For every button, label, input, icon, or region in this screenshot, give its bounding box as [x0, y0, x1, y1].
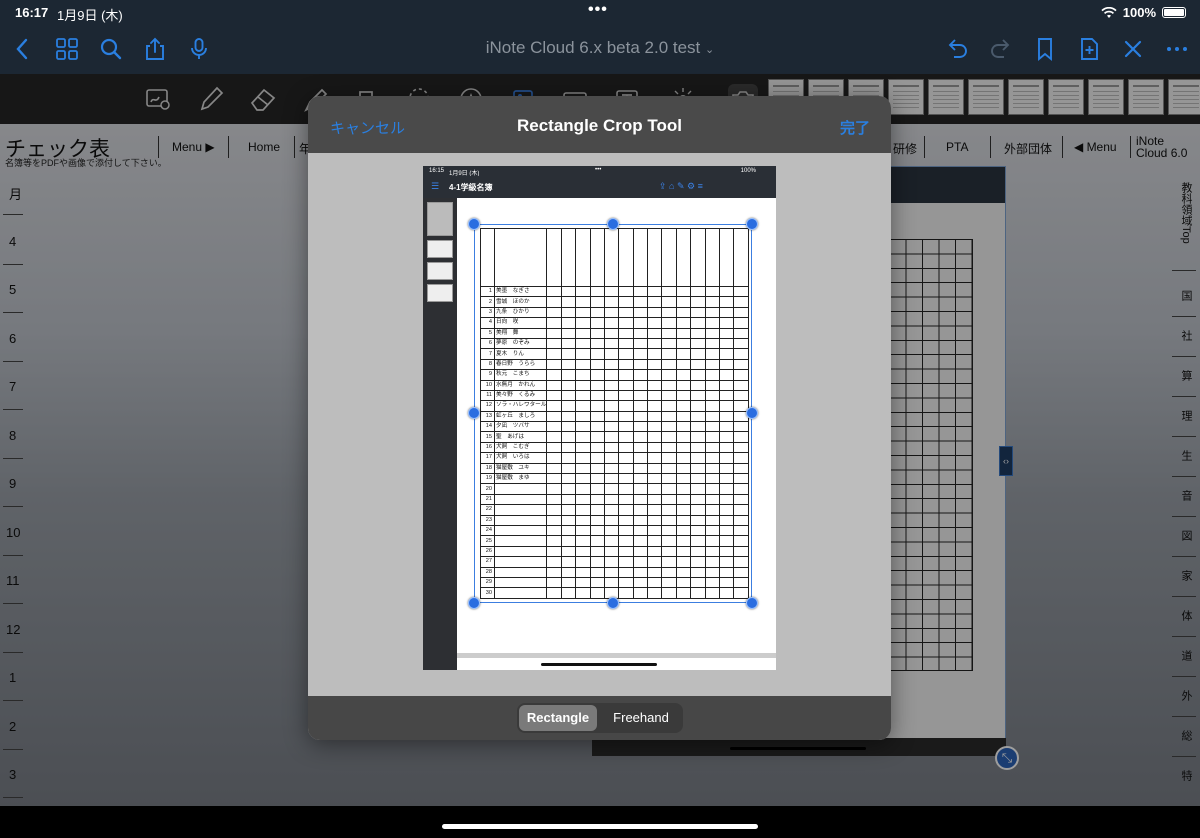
preview-status-bar: 16:15 1月9日 (木) ••• 100% — [423, 166, 776, 177]
crop-handle-bottom-right[interactable] — [746, 597, 758, 609]
document-title[interactable]: iNote Cloud 6.x beta 2.0 test ⌄ — [0, 38, 1200, 58]
crop-handle-right[interactable] — [746, 407, 758, 419]
wifi-icon — [1101, 6, 1117, 18]
crop-handle-top[interactable] — [607, 218, 619, 230]
preview-nav-bar: ☰ 4-1学級名簿 ⇪ ⌂ ✎ ⚙ ≡ — [423, 176, 776, 198]
crop-handle-bottom[interactable] — [607, 597, 619, 609]
preview-list-icon: ☰ — [431, 181, 440, 191]
chevron-down-icon: ⌄ — [705, 44, 715, 56]
bottom-bar — [0, 806, 1200, 838]
crop-selection-rect[interactable] — [474, 224, 752, 603]
preview-status-time: 16:15 — [429, 168, 445, 174]
preview-toolbar-icons: ⇪ ⌂ ✎ ⚙ ≡ — [659, 181, 703, 191]
nav-bar: iNote Cloud 6.x beta 2.0 test ⌄ — [0, 24, 1200, 74]
crop-handle-top-right[interactable] — [746, 218, 758, 230]
status-date: 1月9日 (木) — [57, 8, 123, 23]
crop-handle-bottom-left[interactable] — [468, 597, 480, 609]
close-icon[interactable] — [1120, 36, 1146, 62]
battery-percent: 100% — [1122, 5, 1156, 20]
document-title-text: iNote Cloud 6.x beta 2.0 test — [485, 38, 701, 57]
preview-title: 4-1学級名簿 — [449, 183, 493, 192]
crop-handle-left[interactable] — [468, 407, 480, 419]
undo-icon[interactable] — [944, 36, 970, 62]
done-button[interactable]: 完了 — [840, 117, 870, 138]
modal-footer: Rectangle Freehand — [308, 696, 891, 740]
more-icon[interactable] — [1164, 36, 1190, 62]
preview-page-bottom — [457, 653, 776, 658]
crop-mode-segmented-control: Rectangle Freehand — [517, 703, 683, 733]
status-time: 16:17 — [15, 5, 49, 20]
modal-header: キャンセル Rectangle Crop Tool 完了 — [308, 96, 891, 153]
bookmark-icon[interactable] — [1032, 36, 1058, 62]
preview-thumbnail — [427, 262, 453, 280]
preview-sidebar — [423, 198, 457, 670]
preview-thumbnail — [427, 240, 453, 258]
preview-home-bar — [541, 663, 657, 666]
crop-handle-top-left[interactable] — [468, 218, 480, 230]
preview-battery: 100% — [740, 168, 756, 174]
preview-thumbnail — [427, 202, 453, 236]
multitasking-dots-icon[interactable]: ••• — [588, 1, 608, 19]
home-indicator[interactable] — [442, 824, 758, 829]
add-page-icon[interactable] — [1076, 36, 1102, 62]
modal-title: Rectangle Crop Tool — [517, 116, 682, 135]
status-bar: 16:17 1月9日 (木) ••• 100% — [0, 0, 1200, 24]
preview-thumbnail — [427, 284, 453, 302]
preview-dots-icon: ••• — [595, 167, 602, 173]
battery-icon — [1162, 7, 1186, 18]
mode-rectangle-button[interactable]: Rectangle — [519, 705, 597, 731]
mode-freehand-button[interactable]: Freehand — [601, 705, 681, 731]
status-right: 100% — [1101, 5, 1186, 20]
crop-tool-modal: キャンセル Rectangle Crop Tool 完了 16:15 1月9日 … — [308, 96, 891, 740]
redo-icon[interactable] — [988, 36, 1014, 62]
